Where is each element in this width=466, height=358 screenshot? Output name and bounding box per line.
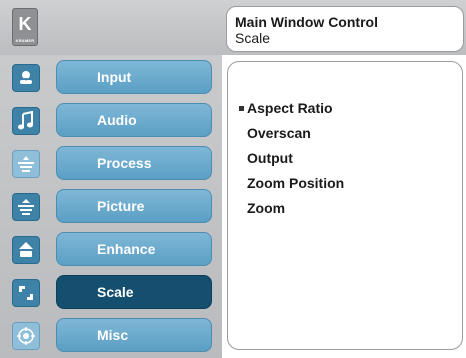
main-window: K KRAMER Main Window Control Scale Input <box>0 0 466 358</box>
process-icon[interactable] <box>12 150 40 178</box>
title-box: Main Window Control Scale <box>226 6 464 52</box>
menu-row-misc: Misc <box>0 317 222 353</box>
menu-row-process: Process <box>0 145 222 181</box>
option-zoom-position[interactable]: Zoom Position <box>247 175 344 191</box>
picture-icon[interactable] <box>12 193 40 221</box>
logo-letter: K <box>18 14 32 34</box>
input-icon[interactable] <box>12 64 40 92</box>
menu-row-picture: Picture <box>0 188 222 224</box>
menu-row-audio: Audio <box>0 102 222 138</box>
music-note-icon[interactable] <box>12 107 40 135</box>
left-menu-panel: Input Audio Process Picture Enhance Scal… <box>0 55 222 358</box>
menu-row-input: Input <box>0 59 222 95</box>
menu-button-picture[interactable]: Picture <box>56 189 212 223</box>
menu-button-input[interactable]: Input <box>56 60 212 94</box>
menu-row-scale: Scale <box>0 274 222 310</box>
option-output[interactable]: Output <box>247 150 293 166</box>
menu-button-audio[interactable]: Audio <box>56 103 212 137</box>
content-panel: Aspect Ratio Overscan Output Zoom Positi… <box>227 61 463 350</box>
misc-icon[interactable] <box>12 322 40 350</box>
menu-row-enhance: Enhance <box>0 231 222 267</box>
kramer-logo: K KRAMER <box>12 8 38 46</box>
scale-icon[interactable] <box>12 279 40 307</box>
top-bar: K KRAMER Main Window Control Scale <box>0 0 466 55</box>
selection-bullet-icon <box>239 106 244 111</box>
enhance-icon[interactable] <box>12 236 40 264</box>
option-overscan[interactable]: Overscan <box>247 125 311 141</box>
menu-button-scale[interactable]: Scale <box>56 275 212 309</box>
menu-button-process[interactable]: Process <box>56 146 212 180</box>
page-title: Main Window Control <box>235 14 378 30</box>
menu-button-misc[interactable]: Misc <box>56 318 212 352</box>
option-zoom[interactable]: Zoom <box>247 200 285 216</box>
menu-button-enhance[interactable]: Enhance <box>56 232 212 266</box>
page-subtitle: Scale <box>235 30 271 46</box>
option-aspect-ratio[interactable]: Aspect Ratio <box>247 100 333 116</box>
logo-text: KRAMER <box>15 38 35 43</box>
